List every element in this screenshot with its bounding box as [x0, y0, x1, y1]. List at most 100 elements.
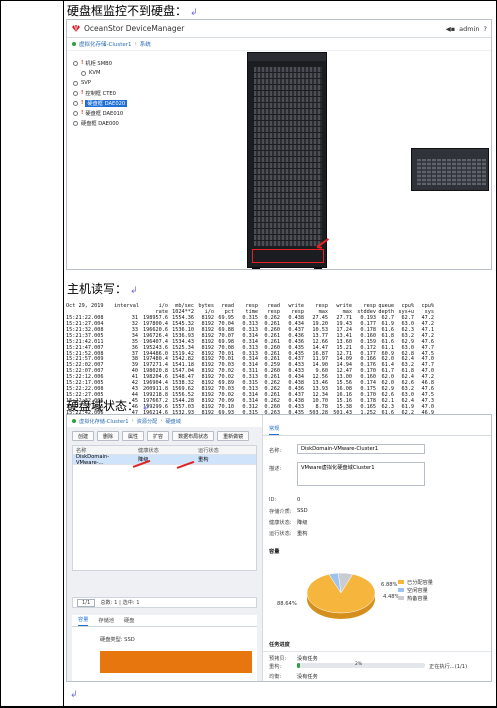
tree-radio-icon[interactable] — [73, 80, 78, 86]
tree-radio-icon[interactable] — [73, 110, 78, 116]
breadcrumb: 虚拟化存储-Cluster1 › 资源分配 › 硬盘域 — [67, 415, 262, 427]
user-menu[interactable]: admin — [459, 25, 479, 33]
breadcrumb-resource[interactable]: 资源分配 — [137, 418, 158, 425]
rack-slot — [254, 193, 322, 198]
tree-radio-icon[interactable] — [73, 60, 78, 66]
cabinet-image[interactable] — [247, 52, 327, 269]
tree-radio-icon[interactable] — [73, 120, 78, 126]
table-row[interactable]: DiskDomain-VMware-... 降级 重构 — [73, 454, 256, 466]
legend-item: 热备容量 — [398, 594, 433, 602]
rack-slot — [254, 211, 322, 216]
rack-slot — [254, 97, 322, 102]
health-value: 降级 — [297, 520, 308, 526]
cabinet-foot — [314, 267, 322, 269]
tree-radio-icon[interactable] — [73, 100, 78, 106]
rack-slot — [254, 133, 322, 138]
medium-label: 存储介质: — [269, 509, 292, 515]
disk-bay — [482, 159, 486, 185]
heading-host-io: 主机读写： ↲ — [67, 282, 138, 296]
disk-bay — [442, 159, 446, 185]
disk-bay — [422, 159, 426, 185]
tree-radio-icon[interactable] — [81, 70, 86, 76]
capacity-title: 容量 — [269, 549, 280, 555]
rack-slot — [254, 169, 322, 174]
tree-item[interactable]: SVP — [73, 78, 183, 88]
disk-bay — [472, 159, 476, 185]
paragraph-mark: ↲ — [190, 8, 198, 18]
tree-item[interactable]: KVM — [73, 68, 183, 78]
disk-type-panel: 硬盘类型: SSD — [72, 627, 257, 681]
breadcrumb-current[interactable]: 系统 — [140, 40, 151, 48]
task-title: 任务进度 — [269, 642, 290, 648]
rebuild-status: 正在执行...(1/1) — [429, 664, 468, 670]
rack-slot — [254, 79, 322, 84]
rebuild-progress-fill — [297, 663, 300, 668]
tree-item[interactable]: ! 控制框 CTE0 — [73, 88, 183, 98]
legend-label: 空闲容量 — [407, 587, 428, 594]
column-running[interactable]: 运行状态 — [195, 447, 255, 454]
tree-item[interactable]: ! 硬盘框 DAE010 — [73, 108, 183, 118]
rack-slot — [254, 181, 322, 186]
balance-label: 均衡: — [269, 674, 282, 680]
app-titlebar: OceanStor DeviceManager ◀▪ admin ? — [67, 20, 491, 38]
toolbar-button[interactable]: 创建 — [72, 431, 95, 441]
breadcrumb-separator: › — [160, 418, 163, 424]
legend-swatch — [398, 596, 404, 600]
tree-item[interactable]: ! 机柜 SMB0 — [73, 58, 183, 68]
toolbar-button[interactable]: 重新做镜 — [217, 431, 250, 441]
breadcrumb-system[interactable]: 虚拟化存储-Cluster1 — [79, 418, 129, 425]
rack-slot — [254, 67, 322, 72]
tree-item[interactable]: 硬盘框 DAE000 — [73, 118, 183, 128]
toolbar-button[interactable]: 数据布局状态 — [172, 431, 215, 441]
tree-item[interactable]: ! 硬盘框 DAE020 — [73, 98, 183, 108]
selected-enclosure-highlight — [252, 249, 324, 263]
id-label: ID: — [269, 497, 277, 503]
help-icon[interactable]: ? — [484, 25, 487, 33]
description-field[interactable]: VMware虚拟化硬盘域Cluster1 — [297, 462, 425, 486]
breadcrumb-system[interactable]: 虚拟化存储-Cluster1 — [79, 40, 132, 48]
warning-icon: ! — [81, 110, 84, 116]
page-select[interactable]: 1/1 — [77, 598, 96, 607]
rack-slot — [254, 163, 322, 168]
rack-slot — [254, 109, 322, 114]
name-field[interactable]: DiskDomain-VMware-Cluster1 — [297, 444, 425, 454]
rack-slot — [254, 199, 322, 204]
breadcrumb-separator: › — [134, 41, 137, 47]
tree-item-label: 控制框 CTE0 — [85, 90, 116, 97]
bottom-tab[interactable]: 存储池 — [98, 617, 114, 626]
rack-slot — [254, 205, 322, 210]
toolbar-button[interactable]: 扩容 — [147, 431, 170, 441]
disk-domain-toolbar: 创建 删除 属性 扩容 数据布局状态 重新做镜 — [72, 431, 250, 441]
status-dot-icon — [72, 419, 76, 423]
table-empty-area — [73, 465, 256, 570]
bottom-tab[interactable]: 硬盘 — [124, 617, 134, 626]
breadcrumb-current[interactable]: 硬盘域 — [165, 418, 181, 425]
column-name[interactable]: 名称 — [73, 447, 135, 454]
toolbar-button[interactable]: 删除 — [97, 431, 120, 441]
disk-domain-screenshot: 虚拟化存储-Cluster1 › 资源分配 › 硬盘域 创建 删除 属性 扩容 数据布局… — [66, 414, 492, 682]
disk-type-label: 硬盘类型: SSD — [100, 637, 135, 643]
column-health[interactable]: 健康状态 — [135, 447, 195, 454]
disk-enclosure-image[interactable] — [411, 148, 489, 191]
rack-slot — [254, 229, 322, 234]
legend-swatch — [398, 588, 404, 592]
paragraph-mark: ↲ — [142, 403, 150, 413]
warning-icon: ! — [81, 60, 84, 66]
rebuild-label: 重构: — [269, 664, 282, 670]
task-divider — [263, 651, 491, 652]
rack-slot — [254, 187, 322, 192]
rack-slot — [254, 151, 322, 156]
rack-slot — [254, 145, 322, 150]
pager-total: 总数: 1 | 选中: 1 — [100, 600, 140, 606]
description-label: 描述: — [269, 466, 282, 472]
tab-general[interactable]: 常规 — [269, 425, 280, 435]
tree-radio-icon[interactable] — [73, 90, 78, 96]
sound-icon[interactable]: ◀▪ — [446, 25, 455, 33]
disk-bay — [432, 159, 436, 185]
bottom-tab[interactable]: 容量 — [78, 616, 89, 626]
toolbar-button[interactable]: 属性 — [122, 431, 145, 441]
rack-slot — [254, 127, 322, 132]
rack-slot — [254, 235, 322, 240]
tree-item-label: 硬盘框 DAE000 — [81, 120, 119, 127]
table-pager: 1/1 总数: 1 | 选中: 1 — [72, 597, 257, 608]
